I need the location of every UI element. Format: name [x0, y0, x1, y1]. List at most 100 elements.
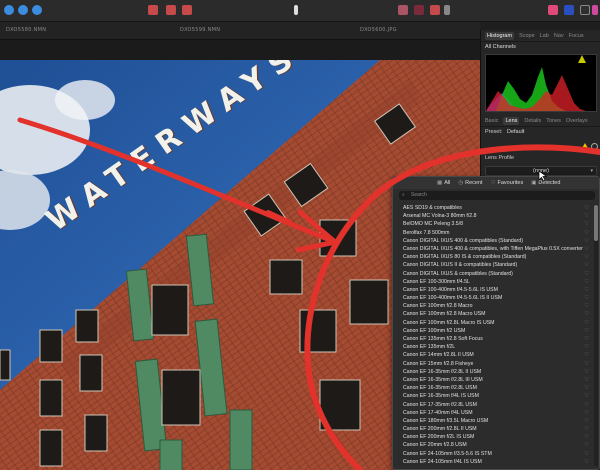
lens-list-item[interactable]: Canon DIGITAL IXUS II & compatibles (Sta… — [393, 261, 593, 269]
brush-tool-icon[interactable] — [294, 5, 298, 15]
favourite-heart-icon[interactable]: ♡ — [584, 245, 589, 253]
favourite-heart-icon[interactable]: ♡ — [584, 302, 589, 310]
lens-list-item[interactable]: Canon EF 14mm f/2.8L II USM ♡ — [393, 351, 593, 359]
favourite-heart-icon[interactable]: ♡ — [584, 409, 589, 417]
lens-list-scrollbar[interactable] — [594, 204, 598, 466]
tab-overlays[interactable]: Overlays — [566, 118, 588, 124]
favourite-heart-icon[interactable]: ♡ — [584, 237, 589, 245]
lens-list-item[interactable]: Canon EF 100mm f/2.8 Macro USM ♡ — [393, 310, 593, 318]
layers-icon[interactable] — [548, 5, 558, 15]
film-label-1[interactable]: DXO5580.NMN — [6, 27, 46, 33]
lens-list-item[interactable]: Canon EF 17-35mm f/2.8L USM ♡ — [393, 401, 593, 409]
split-view-icon[interactable] — [414, 5, 424, 15]
favourite-heart-icon[interactable]: ♡ — [584, 286, 589, 294]
tab-tones[interactable]: Tones — [546, 118, 561, 124]
favourite-heart-icon[interactable]: ♡ — [584, 441, 589, 449]
filter-recent[interactable]: ◷ Recent — [458, 180, 482, 186]
tab-basic[interactable]: Basic — [485, 118, 498, 124]
favourite-heart-icon[interactable]: ♡ — [584, 343, 589, 351]
favourite-heart-icon[interactable]: ♡ — [584, 417, 589, 425]
overlay-icon[interactable] — [580, 5, 590, 15]
lens-list-item[interactable]: BelOMO MC Peleng 3.5/8 ♡ — [393, 220, 593, 228]
lens-list-item[interactable]: Arsenal MC Volna-3 80mm f/2.8 ♡ — [393, 212, 593, 220]
reset-icon[interactable] — [591, 143, 598, 150]
lens-list-item[interactable]: Canon EF 135mm f/2L ♡ — [393, 343, 593, 351]
favourite-heart-icon[interactable]: ♡ — [584, 204, 589, 212]
favourite-heart-icon[interactable]: ♡ — [584, 392, 589, 400]
favourite-heart-icon[interactable]: ♡ — [584, 278, 589, 286]
favourite-heart-icon[interactable]: ♡ — [584, 425, 589, 433]
lens-list-item[interactable]: Canon EF 17-40mm f/4L USM ♡ — [393, 409, 593, 417]
tone-map-icon[interactable] — [32, 5, 42, 15]
favourite-heart-icon[interactable]: ♡ — [584, 384, 589, 392]
tab-details[interactable]: Details — [524, 118, 541, 124]
favourite-heart-icon[interactable]: ♡ — [584, 220, 589, 228]
lens-search-input[interactable]: ⌕ Search — [399, 191, 595, 200]
favourite-heart-icon[interactable]: ♡ — [584, 401, 589, 409]
mask-icon[interactable] — [148, 5, 158, 15]
favourite-heart-icon[interactable]: ♡ — [584, 319, 589, 327]
favourite-heart-icon[interactable]: ♡ — [584, 229, 589, 237]
favourite-heart-icon[interactable]: ♡ — [584, 351, 589, 359]
grid-icon[interactable] — [564, 5, 574, 15]
favourite-heart-icon[interactable]: ♡ — [584, 212, 589, 220]
tab-focus[interactable]: Focus — [569, 33, 584, 39]
favourite-heart-icon[interactable]: ♡ — [584, 327, 589, 335]
tab-lens[interactable]: Lens — [503, 116, 520, 125]
flag-icon[interactable] — [430, 5, 440, 15]
clipping-icon[interactable] — [166, 5, 176, 15]
favourite-heart-icon[interactable]: ♡ — [584, 450, 589, 458]
film-label-3[interactable]: DXO5600.JPG — [360, 27, 397, 33]
lens-list-item[interactable]: Canon EF 100mm f/2.8L Macro IS USM ♡ — [393, 319, 593, 327]
filter-all[interactable]: ▦ All — [437, 180, 450, 186]
lens-list-item[interactable]: Canon DIGITAL IXUS 400 & compatibles, wi… — [393, 245, 593, 253]
lens-list-item[interactable]: Canon EF 100-400mm f/4.5-5.6L IS II USM ♡ — [393, 294, 593, 302]
lens-list-item[interactable]: Canon EF 16-35mm f/2.8L II USM ♡ — [393, 368, 593, 376]
chevron-down-icon[interactable] — [444, 5, 450, 15]
channel-select[interactable]: All Channels — [485, 44, 516, 50]
lens-list-item[interactable]: Canon EF 24-105mm f/3.5-5.6 IS STM ♡ — [393, 450, 593, 458]
lens-list-item[interactable]: Canon EF 100-300mm f/4.5L ♡ — [393, 278, 593, 286]
lens-list-item[interactable]: Canon DIGITAL IXUS & compatibles (Standa… — [393, 270, 593, 278]
lens-list-item[interactable]: Canon DIGITAL IXUS 400 & compatibles (St… — [393, 237, 593, 245]
develop-persona-icon[interactable] — [18, 5, 28, 15]
lens-list-item[interactable]: Canon EF 100mm f/2 USM ♡ — [393, 327, 593, 335]
lens-list-item[interactable]: AES SD19 & compatibles ♡ — [393, 204, 593, 212]
favourite-heart-icon[interactable]: ♡ — [584, 368, 589, 376]
lens-list-scroll-thumb[interactable] — [594, 205, 598, 241]
lens-list-item[interactable]: Canon EF 135mm f/2.8 Soft Focus ♡ — [393, 335, 593, 343]
favourite-heart-icon[interactable]: ♡ — [584, 253, 589, 261]
favourite-heart-icon[interactable]: ♡ — [584, 376, 589, 384]
favourite-heart-icon[interactable]: ♡ — [584, 458, 589, 466]
lens-list-item[interactable]: Berolfax 7.8 500mm ♡ — [393, 229, 593, 237]
favourite-heart-icon[interactable]: ♡ — [584, 270, 589, 278]
lens-list-item[interactable]: Canon EF 16-35mm f/2.8L III USM ♡ — [393, 376, 593, 384]
before-after-icon[interactable] — [182, 5, 192, 15]
favourite-heart-icon[interactable]: ♡ — [584, 261, 589, 269]
lens-list-item[interactable]: Canon EF 24-105mm f/4L IS USM ♡ — [393, 458, 593, 466]
tab-nav[interactable]: Nav — [554, 33, 564, 39]
lens-list-item[interactable]: Canon EF 200mm f/2.8L II USM ♡ — [393, 425, 593, 433]
favourite-heart-icon[interactable]: ♡ — [584, 433, 589, 441]
favourite-heart-icon[interactable]: ♡ — [584, 360, 589, 368]
favourite-heart-icon[interactable]: ♡ — [584, 335, 589, 343]
lens-list-item[interactable]: Canon EF 15mm f/2.8 Fisheye ♡ — [393, 360, 593, 368]
film-label-2[interactable]: DXO5599.NMN — [180, 27, 220, 33]
lens-list-item[interactable]: Canon EF 100-400mm f/4.5-5.6L IS USM ♡ — [393, 286, 593, 294]
favourite-heart-icon[interactable]: ♡ — [584, 310, 589, 318]
tab-scope[interactable]: Scope — [519, 33, 535, 39]
color-mode-icon[interactable] — [398, 5, 408, 15]
filter-favourites[interactable]: ♡ Favourites — [491, 180, 524, 186]
lens-list-item[interactable]: Canon EF 16-35mm f/2.8L USM ♡ — [393, 384, 593, 392]
favourite-heart-icon[interactable]: ♡ — [584, 294, 589, 302]
lens-list-item[interactable]: Canon EF 20mm f/2.8 USM ♡ — [393, 441, 593, 449]
view-mode-icon[interactable] — [4, 5, 14, 15]
tab-lab[interactable]: Lab — [540, 33, 549, 39]
lens-list-item[interactable]: Canon EF 180mm f/3.5L Macro USM ♡ — [393, 417, 593, 425]
lens-list-item[interactable]: Canon EF 200mm f/2L IS USM ♡ — [393, 433, 593, 441]
lens-list-item[interactable]: Canon EF 100mm f/2.8 Macro ♡ — [393, 302, 593, 310]
palette-icon[interactable] — [592, 5, 598, 15]
preset-select[interactable]: Default — [507, 129, 524, 135]
lens-list-item[interactable]: Canon DIGITAL IXUS 80 IS & compatibles (… — [393, 253, 593, 261]
tab-histogram[interactable]: Histogram — [485, 31, 515, 40]
